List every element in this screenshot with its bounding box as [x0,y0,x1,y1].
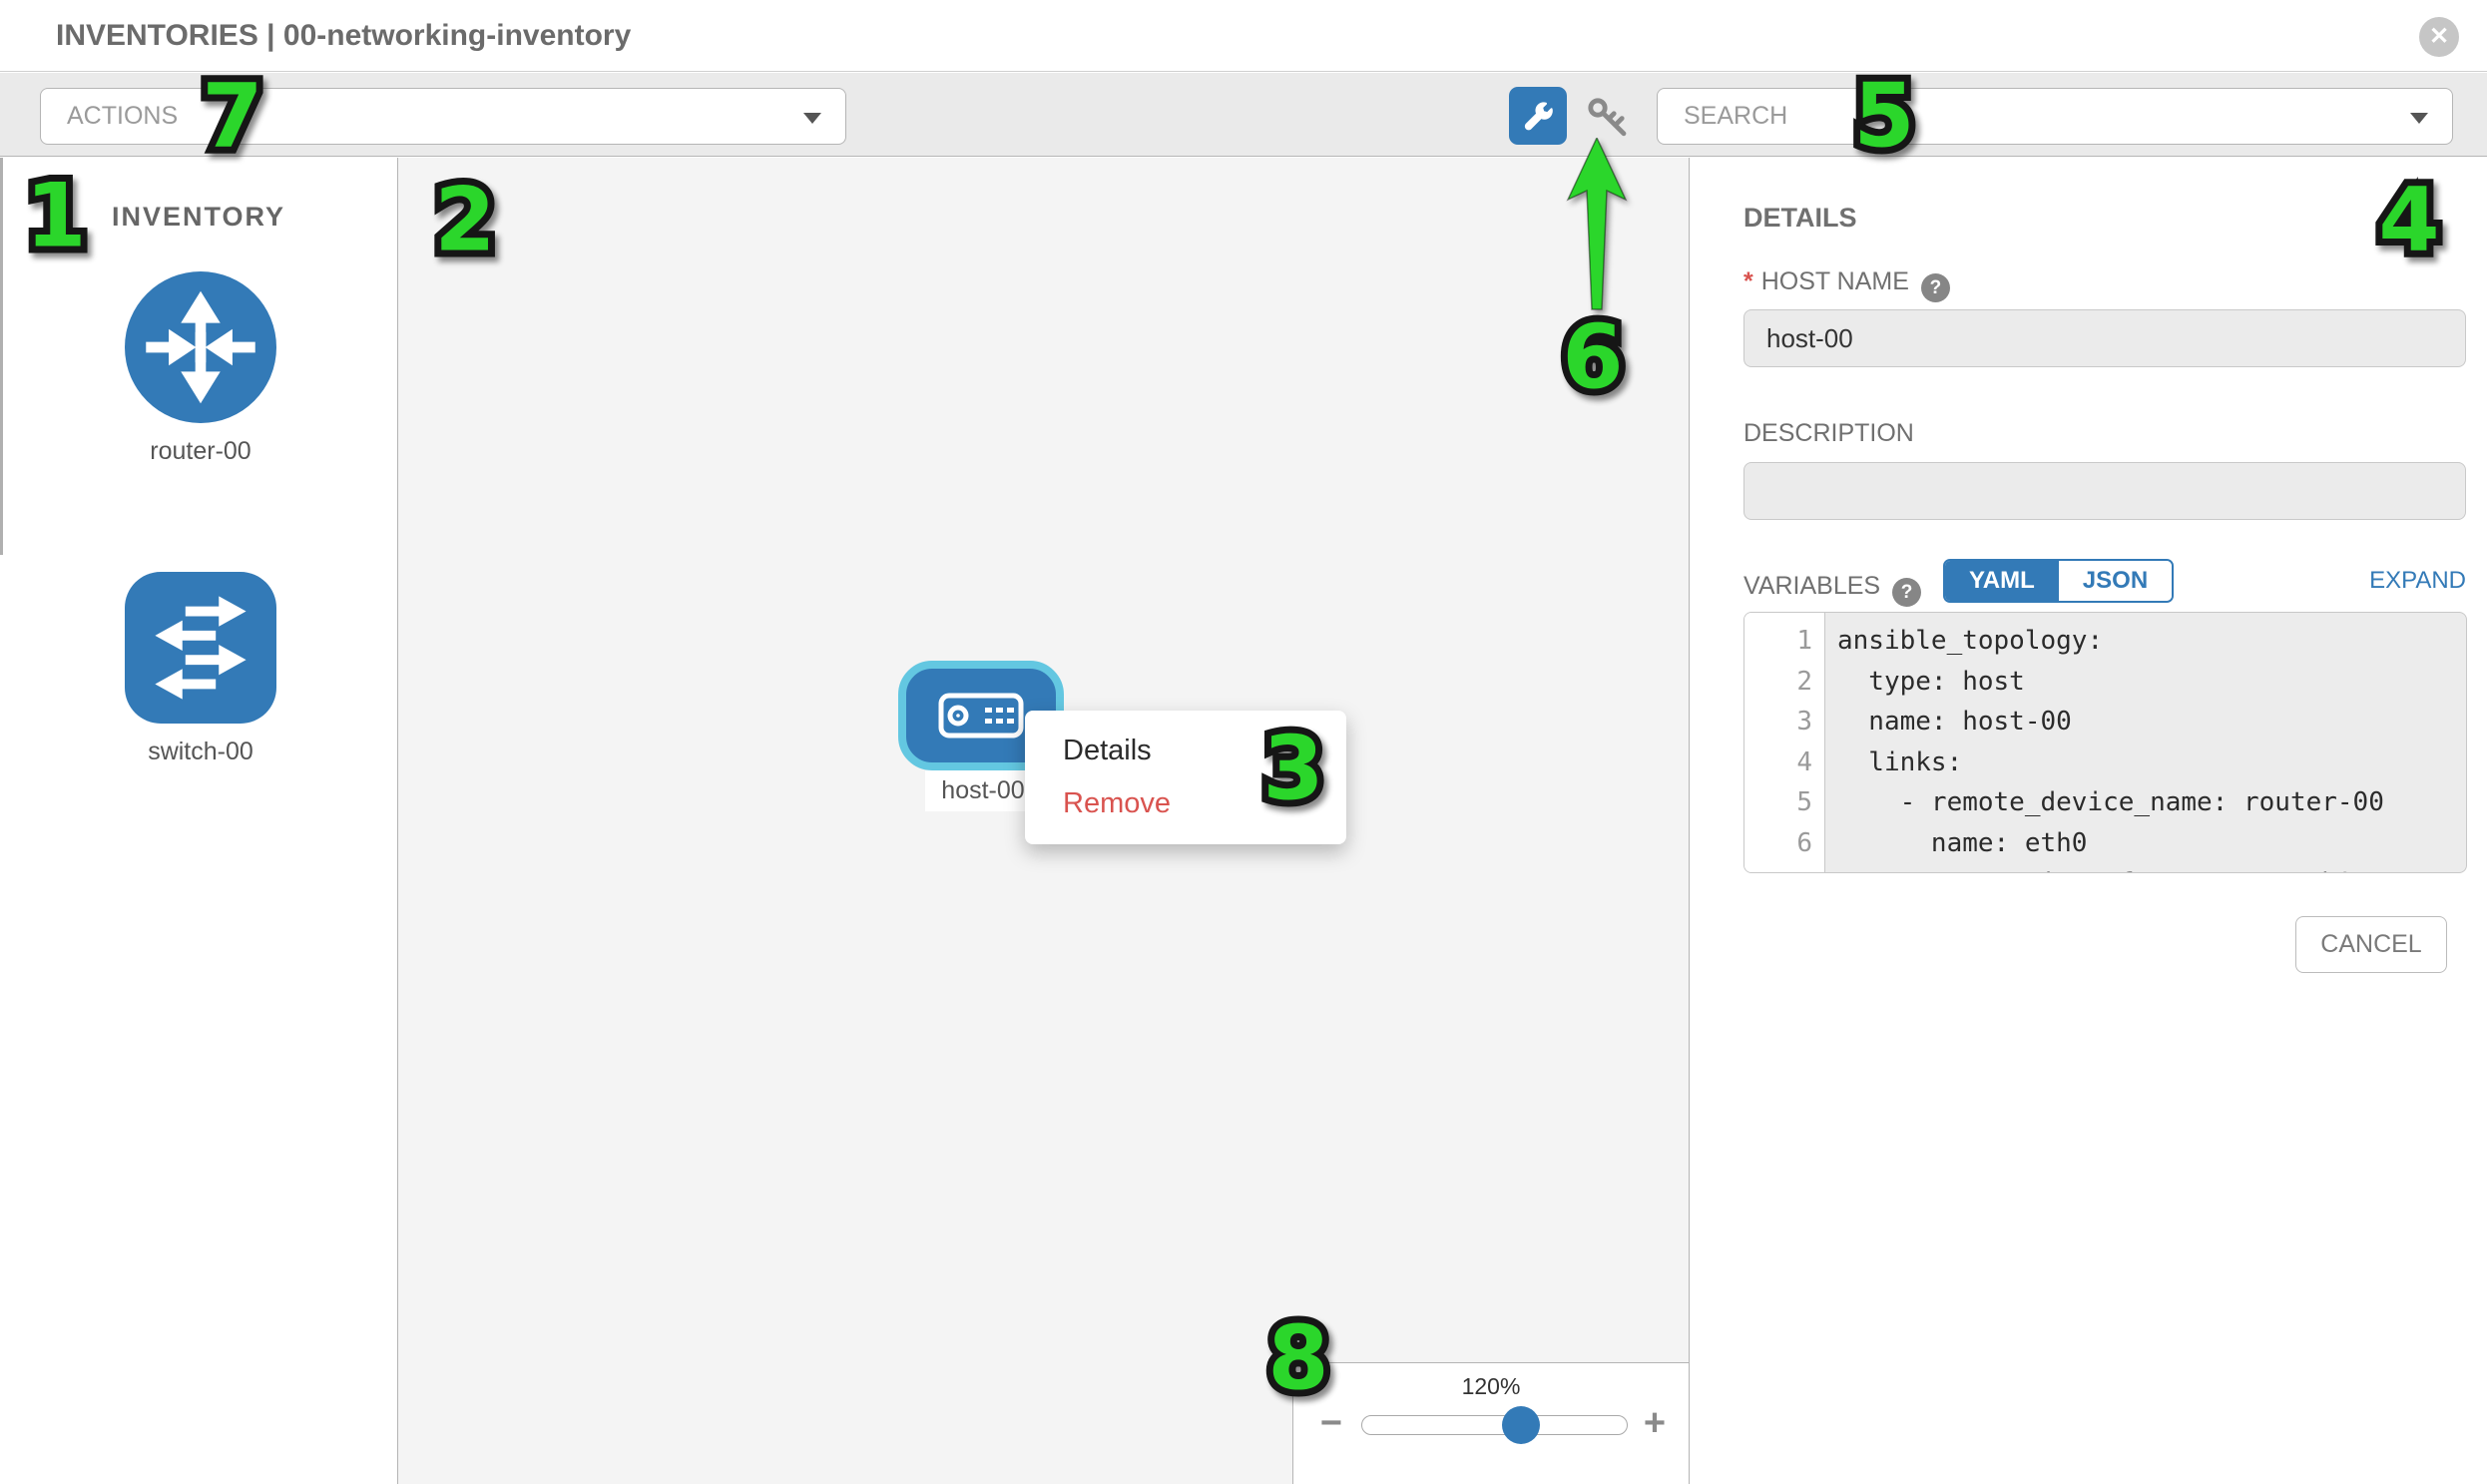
palette-item-label: router-00 [125,437,276,466]
host-name-input[interactable] [1743,309,2466,367]
code-editor-content[interactable]: ansible_topology: type: host name: host-… [1825,613,2466,872]
description-input[interactable] [1743,462,2466,520]
caret-down-icon [2410,113,2428,124]
key-icon[interactable] [1583,95,1635,139]
sidebar-title: INVENTORY [0,202,397,233]
app-window: INVENTORIES | 00-networking-inventory ✕ … [0,0,2487,1484]
line-number: 1 [1744,621,1824,662]
variables-label: VARIABLES? [1743,572,1921,607]
line-number: 7 [1744,863,1824,873]
tab-json[interactable]: JSON [2059,561,2172,601]
router-icon [125,271,276,423]
description-label: DESCRIPTION [1743,419,1914,448]
caret-down-icon [803,113,821,124]
code-line: name: host-00 [1837,702,2466,742]
context-menu: Details Remove [1025,711,1346,844]
configure-topology-button[interactable] [1509,87,1567,145]
line-number: 4 [1744,742,1824,783]
code-line: ansible_topology: [1837,621,2466,662]
zoom-out-button[interactable]: − [1309,1401,1353,1445]
details-panel-title: DETAILS [1743,203,1857,234]
line-number: 6 [1744,823,1824,864]
expand-link[interactable]: EXPAND [2369,567,2466,595]
zoom-control: 120% − + [1292,1362,1690,1484]
help-icon[interactable]: ? [1921,273,1950,302]
variables-code-editor[interactable]: 1 2 3 4 5 6 7 ansible_topology: type: ho… [1743,612,2467,873]
zoom-in-button[interactable]: + [1633,1401,1677,1445]
inventory-sidebar: INVENTORY [0,158,398,1484]
key-icon-glyph [1583,95,1635,139]
close-button[interactable]: ✕ [2419,17,2459,57]
zoom-slider-track[interactable] [1361,1415,1628,1435]
variables-format-toggle: YAML JSON [1943,559,2174,603]
details-panel: DETAILS *HOST NAME? DESCRIPTION VARIABLE… [1691,158,2487,1484]
palette-item-router[interactable]: router-00 [125,271,276,466]
host-node-label: host-00 [925,770,1041,811]
header: INVENTORIES | 00-networking-inventory ✕ [0,0,2487,72]
line-number: 3 [1744,702,1824,742]
palette-item-label: switch-00 [125,738,276,766]
actions-dropdown[interactable]: ACTIONS [40,88,846,145]
tab-yaml[interactable]: YAML [1945,561,2059,601]
cancel-button[interactable]: CANCEL [2295,916,2447,973]
host-icon [938,693,1024,739]
line-number: 5 [1744,782,1824,823]
code-line: type: host [1837,662,2466,703]
code-line: remote_interface_name: eth0 [1837,863,2466,873]
main-area: INVENTORY [0,158,2487,1484]
switch-icon [125,572,276,724]
help-icon[interactable]: ? [1892,578,1921,607]
context-menu-item-details[interactable]: Details [1025,725,1346,777]
toolbar: ACTIONS SEARCH [0,73,2487,157]
code-editor-gutter: 1 2 3 4 5 6 7 [1744,613,1825,872]
code-line: links: [1837,742,2466,783]
search-dropdown-label: SEARCH [1684,89,1787,144]
zoom-level-value: 120% [1293,1373,1689,1400]
page-title: INVENTORIES | 00-networking-inventory [56,0,631,72]
line-number: 2 [1744,662,1824,703]
context-menu-item-remove[interactable]: Remove [1025,777,1346,830]
topology-canvas[interactable]: host-00 Details Remove 120% − + [398,158,1690,1484]
code-line: name: eth0 [1837,823,2466,864]
palette-item-switch[interactable]: switch-00 [125,572,276,766]
zoom-slider-thumb[interactable] [1502,1406,1540,1444]
code-line: - remote_device_name: router-00 [1837,782,2466,823]
close-icon: ✕ [2419,17,2459,57]
wrench-icon [1520,98,1556,134]
search-dropdown[interactable]: SEARCH [1657,88,2453,145]
host-name-label: *HOST NAME? [1743,267,1950,302]
required-marker: * [1743,267,1753,295]
actions-dropdown-label: ACTIONS [67,89,178,144]
